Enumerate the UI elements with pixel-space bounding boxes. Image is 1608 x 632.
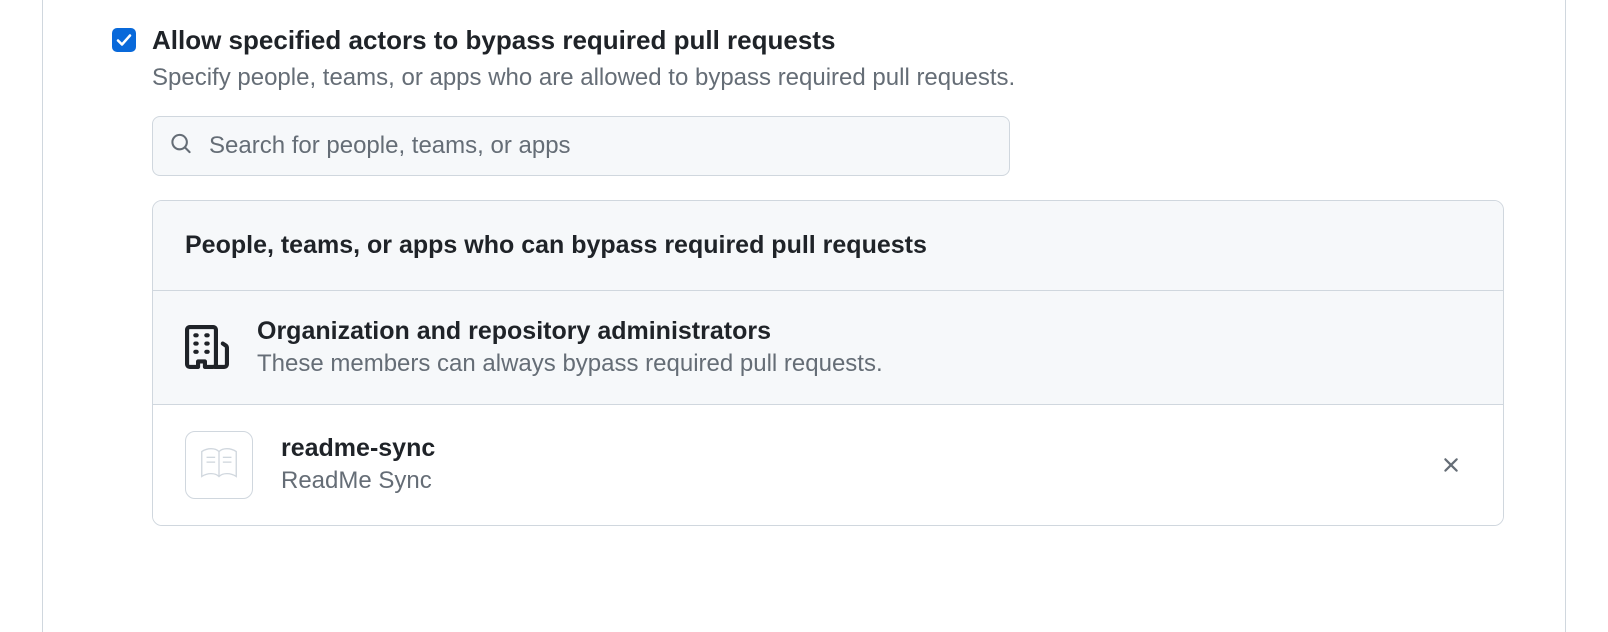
book-icon (196, 442, 242, 488)
check-icon (116, 32, 132, 48)
search-input[interactable] (152, 116, 1010, 176)
remove-app-button[interactable] (1431, 445, 1471, 485)
app-avatar (185, 431, 253, 499)
option-allow-bypass: Allow specified actors to bypass require… (112, 24, 1544, 526)
option-description: Specify people, teams, or apps who are a… (152, 64, 1544, 92)
panel-border-left (42, 0, 43, 632)
bypass-panel: People, teams, or apps who can bypass re… (152, 200, 1504, 526)
settings-section: Allow specified actors to bypass require… (0, 0, 1608, 550)
app-subtitle: ReadMe Sync (281, 467, 1403, 495)
organization-icon (185, 322, 229, 372)
close-icon (1439, 453, 1463, 477)
app-title: readme-sync (281, 434, 1403, 463)
option-title: Allow specified actors to bypass require… (152, 24, 1544, 58)
panel-header: People, teams, or apps who can bypass re… (153, 201, 1503, 291)
admins-subtitle: These members can always bypass required… (257, 350, 1471, 378)
row-text: Organization and repository administrato… (257, 317, 1471, 378)
list-item-admins: Organization and repository administrato… (153, 291, 1503, 404)
search-wrap (152, 116, 1010, 176)
list-item-app: readme-sync ReadMe Sync (153, 404, 1503, 525)
admins-title: Organization and repository administrato… (257, 317, 1471, 346)
panel-header-title: People, teams, or apps who can bypass re… (185, 231, 1471, 260)
row-text: readme-sync ReadMe Sync (281, 434, 1403, 495)
option-body: Allow specified actors to bypass require… (152, 24, 1544, 526)
allow-bypass-checkbox[interactable] (112, 28, 136, 52)
panel-border-right (1565, 0, 1566, 632)
